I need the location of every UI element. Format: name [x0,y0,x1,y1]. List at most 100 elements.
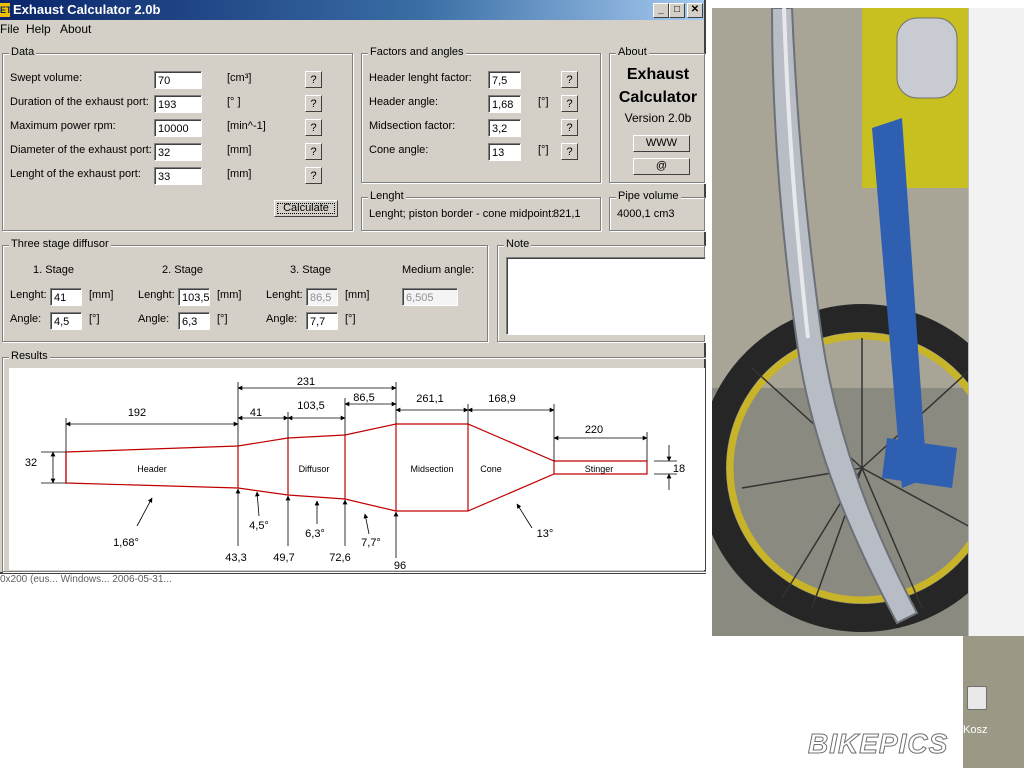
about-version: Version 2.0b [624,111,692,125]
menu-bar: File Help About [0,20,704,39]
max-rpm-help-button[interactable]: ? [305,119,322,136]
stage1-angle-input[interactable]: 4,5 [50,312,82,330]
stage2-length-unit: [mm] [217,289,242,301]
stage2-angle-input[interactable]: 6,3 [178,312,210,330]
diffusor-group: Three stage diffusor 1. Stage 2. Stage 3… [2,238,488,342]
diffusor-group-title: Three stage diffusor [9,238,111,250]
diameter-18: 18 [673,463,685,475]
header-angle-help-button[interactable]: ? [561,95,578,112]
angle-6-3: 6,3° [305,528,325,540]
background-window-strip [968,8,1024,636]
angle-1-68: 1,68° [113,537,139,549]
close-button[interactable]: ✕ [687,3,703,18]
data-group: Data Swept volume: 70 [cm³] ? Duration o… [2,46,353,231]
header-length-factor-input[interactable]: 7,5 [488,71,521,89]
dim-231: 231 [297,376,315,388]
max-rpm-input[interactable]: 10000 [154,119,202,137]
background-text: 0x200 (eus... Windows... 2006-05-31... [0,574,172,585]
port-diameter-input[interactable]: 32 [154,143,202,161]
about-title-line2: Calculator [618,89,698,106]
stage1-length-label: Lenght: [10,289,47,301]
swept-volume-input[interactable]: 70 [154,71,202,89]
header-length-factor-help-button[interactable]: ? [561,71,578,88]
port-length-input[interactable]: 33 [154,167,202,185]
maximize-button[interactable]: □ [669,3,685,18]
port-length-help-button[interactable]: ? [305,167,322,184]
desktop-area: Kosz [963,636,1024,768]
stage3-angle-input[interactable]: 7,7 [306,312,338,330]
app-icon: ET [0,3,12,17]
stage1-length-input[interactable]: 41 [50,288,82,306]
diameter-96: 96 [394,560,406,570]
header-angle-label: Header angle: [369,96,439,108]
pointer-arrows [136,488,533,558]
note-group-title: Note [504,238,532,250]
stage3-title: 3. Stage [290,264,331,276]
midsection-factor-help-button[interactable]: ? [561,119,578,136]
section-midsection: Midsection [410,464,453,474]
menu-file[interactable]: File [0,22,19,36]
dim-41: 41 [250,407,262,419]
pipe-volume-group: Pipe volume 4000,1 cm3 [609,190,705,231]
diameter-72-6: 72,6 [329,552,350,564]
swept-volume-label: Swept volume: [10,72,83,84]
exhaust-duration-help-button[interactable]: ? [305,95,322,112]
stage1-length-unit: [mm] [89,289,114,301]
dim-168-9: 168,9 [488,393,516,405]
stage3-length-unit: [mm] [345,289,370,301]
stage3-angle-label: Angle: [266,313,298,325]
exhaust-calculator-window: ET Exhaust Calculator 2.0b _ □ ✕ File He… [0,0,706,574]
pipe-volume-title: Pipe volume [616,190,681,202]
menu-about[interactable]: About [60,22,91,36]
recycle-bin-label: Kosz [963,724,988,736]
dim-261-1: 261,1 [416,393,444,405]
calculate-button[interactable]: Calculate [274,200,338,217]
about-group-title: About [616,46,649,58]
results-canvas: 231 192 41 103,5 86,5 261,1 168,9 220 32… [9,368,705,572]
section-cone: Cone [480,464,502,474]
header-length-factor-label: Header lenght factor: [369,72,472,84]
length-group: Lenght Lenght; piston border - cone midp… [361,190,601,231]
note-textarea[interactable] [506,257,706,335]
stage2-length-input[interactable]: 103,5 [178,288,210,306]
bike-photo-drawing [712,8,968,636]
port-diameter-help-button[interactable]: ? [305,143,322,160]
email-button[interactable]: @ [633,158,690,175]
about-group: About Exhaust Calculator Version 2.0b WW… [609,46,705,183]
stage1-title: 1. Stage [33,264,74,276]
dim-220: 220 [585,424,603,436]
cone-angle-input[interactable]: 13 [488,143,521,161]
diameter-49-7: 49,7 [273,552,294,564]
stage1-angle-label: Angle: [10,313,42,325]
recycle-bin-icon[interactable] [967,686,987,710]
angle-4-5: 4,5° [249,520,269,532]
results-group-title: Results [9,350,50,362]
max-rpm-unit: [min^-1] [227,120,266,132]
dim-86-5: 86,5 [353,392,374,404]
dim-103-5: 103,5 [297,400,325,412]
exhaust-duration-input[interactable]: 193 [154,95,202,113]
title-bar[interactable]: ET Exhaust Calculator 2.0b _ □ ✕ [0,0,704,20]
swept-volume-help-button[interactable]: ? [305,71,322,88]
www-button[interactable]: WWW [633,135,690,152]
length-result-label: Lenght; piston border - cone midpoint: [369,208,555,220]
section-stinger: Stinger [585,464,614,474]
section-header: Header [137,464,167,474]
medium-angle-input: 6,505 [402,288,458,306]
midsection-factor-input[interactable]: 3,2 [488,119,521,137]
length-group-title: Lenght [368,190,406,202]
angle-7-7: 7,7° [361,537,381,549]
menu-help[interactable]: Help [26,22,51,36]
diameter-32: 32 [25,457,37,469]
medium-angle-label: Medium angle: [402,264,475,276]
stage2-angle-label: Angle: [138,313,170,325]
cone-angle-label: Cone angle: [369,144,429,156]
bikepics-watermark: BIKEPICS [807,728,949,760]
header-angle-input[interactable]: 1,68 [488,95,521,113]
cone-angle-help-button[interactable]: ? [561,143,578,160]
note-group: Note [497,238,706,342]
exhaust-diagram: 231 192 41 103,5 86,5 261,1 168,9 220 32… [25,376,685,572]
minimize-button[interactable]: _ [653,3,669,18]
data-group-title: Data [9,46,37,58]
stage2-title: 2. Stage [162,264,203,276]
